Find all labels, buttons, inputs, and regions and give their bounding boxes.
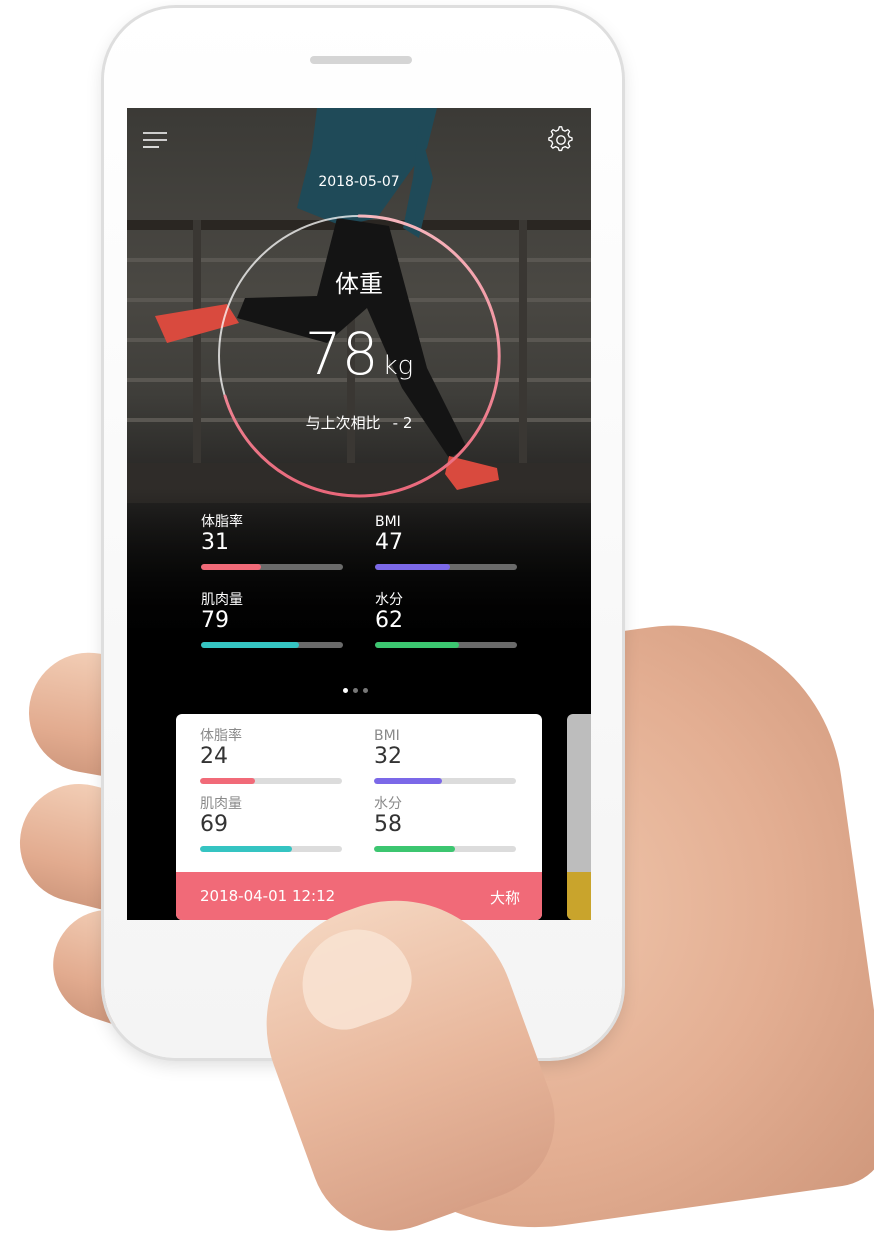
metric-bar — [200, 846, 342, 852]
metric-body-fat: 体脂率 31 — [201, 514, 343, 570]
metric-bar-fill — [200, 846, 293, 852]
metric-label: BMI — [375, 514, 401, 530]
phone-speaker — [310, 56, 412, 64]
page-dot[interactable] — [343, 688, 348, 693]
metric-value: 69 — [200, 812, 228, 837]
page-indicator[interactable] — [343, 688, 368, 693]
card-datetime: 2018-04-01 12:12 — [200, 887, 336, 905]
compare-delta: - 2 — [392, 414, 413, 432]
metric-water: 水分 58 — [374, 796, 516, 852]
metric-value: 58 — [374, 812, 402, 837]
metric-value: 32 — [374, 744, 402, 769]
metric-bmi: BMI 32 — [374, 728, 516, 784]
metric-muscle: 肌肉量 79 — [201, 592, 343, 648]
next-card-footer — [567, 872, 591, 920]
history-card[interactable]: 体脂率 24 BMI 32 肌肉量 69 水分 58 2018-04-01 12… — [176, 714, 542, 920]
metric-bar-fill — [201, 642, 299, 648]
metric-bar — [201, 564, 343, 570]
page-dot[interactable] — [353, 688, 358, 693]
metric-label: 体脂率 — [201, 514, 243, 530]
metric-label: 肌肉量 — [201, 592, 243, 608]
metric-bar-fill — [200, 778, 256, 784]
gear-icon[interactable] — [547, 126, 575, 154]
weight-unit: kg — [382, 351, 414, 381]
metric-bar — [375, 564, 517, 570]
metric-bar — [200, 778, 342, 784]
metric-value: 79 — [201, 608, 229, 633]
menu-icon[interactable] — [141, 126, 169, 154]
metric-label: 肌肉量 — [200, 796, 242, 812]
metric-label: 水分 — [375, 592, 403, 608]
metric-bar — [201, 642, 343, 648]
weight-number: 78 — [304, 320, 379, 388]
metric-bar — [374, 778, 516, 784]
metric-body-fat: 体脂率 24 — [200, 728, 342, 784]
compare-label: 与上次相比 — [305, 414, 381, 432]
metric-value: 47 — [375, 530, 403, 555]
metric-bar — [375, 642, 517, 648]
app-screen: 2018-05-07 体重 78 kg 与上次相比 - 2 体脂率 31 BMI 4… — [127, 108, 591, 920]
next-history-card[interactable] — [567, 714, 591, 920]
metric-bar — [374, 846, 516, 852]
metric-value: 31 — [201, 530, 229, 555]
metric-bar-fill — [374, 778, 443, 784]
metric-bar-fill — [375, 642, 459, 648]
metric-bmi: BMI 47 — [375, 514, 517, 570]
metric-bar-fill — [375, 564, 451, 570]
page-dot[interactable] — [363, 688, 368, 693]
metric-bar-fill — [374, 846, 455, 852]
measurement-date: 2018-05-07 — [318, 174, 400, 190]
metric-label: 体脂率 — [200, 728, 242, 744]
metric-value: 62 — [375, 608, 403, 633]
metric-bar-fill — [201, 564, 261, 570]
metric-label: BMI — [374, 728, 400, 744]
metric-water: 水分 62 — [375, 592, 517, 648]
weight-label: 体重 — [335, 270, 383, 298]
bottom-fade — [127, 488, 591, 688]
metric-label: 水分 — [374, 796, 402, 812]
card-source: 大称 — [489, 889, 520, 907]
metric-value: 24 — [200, 744, 228, 769]
metric-muscle: 肌肉量 69 — [200, 796, 342, 852]
weight-comparison: 与上次相比 - 2 — [127, 412, 591, 433]
weight-value: 78 kg — [127, 320, 591, 388]
